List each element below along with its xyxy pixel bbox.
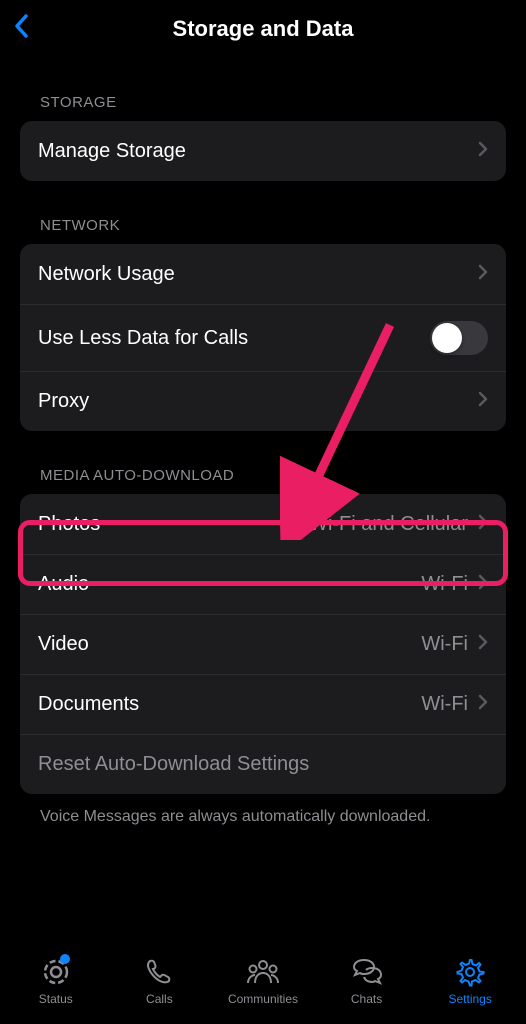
video-row[interactable]: Video Wi-Fi xyxy=(20,614,506,674)
page-title: Storage and Data xyxy=(173,16,354,42)
calls-icon xyxy=(144,956,174,988)
video-value: Wi-Fi xyxy=(421,633,468,656)
tab-calls-label: Calls xyxy=(146,992,173,1006)
chevron-right-icon xyxy=(478,574,488,595)
photos-row[interactable]: Photos Wi-Fi and Cellular xyxy=(20,494,506,554)
network-usage-row[interactable]: Network Usage xyxy=(20,244,506,304)
tab-status-label: Status xyxy=(39,992,73,1006)
proxy-row[interactable]: Proxy xyxy=(20,371,506,431)
proxy-label: Proxy xyxy=(38,390,89,413)
status-icon xyxy=(40,956,72,988)
chats-icon xyxy=(350,956,384,988)
photos-label: Photos xyxy=(38,513,100,536)
status-notification-dot xyxy=(60,954,70,964)
section-header-storage: STORAGE xyxy=(20,58,506,121)
photos-value: Wi-Fi and Cellular xyxy=(309,513,468,536)
tab-communities[interactable]: Communities xyxy=(211,956,315,1006)
tab-calls[interactable]: Calls xyxy=(108,956,212,1006)
back-button[interactable] xyxy=(12,12,30,48)
video-label: Video xyxy=(38,633,89,656)
use-less-data-toggle[interactable] xyxy=(430,321,488,355)
reset-auto-download-row[interactable]: Reset Auto-Download Settings xyxy=(20,734,506,794)
audio-row[interactable]: Audio Wi-Fi xyxy=(20,554,506,614)
tab-chats[interactable]: Chats xyxy=(315,956,419,1006)
use-less-data-label: Use Less Data for Calls xyxy=(38,327,248,350)
audio-label: Audio xyxy=(38,573,89,596)
storage-group: Manage Storage xyxy=(20,121,506,181)
use-less-data-row: Use Less Data for Calls xyxy=(20,304,506,371)
manage-storage-label: Manage Storage xyxy=(38,140,186,163)
chevron-right-icon xyxy=(478,141,488,162)
tab-settings-label: Settings xyxy=(448,992,491,1006)
chevron-right-icon xyxy=(478,694,488,715)
tab-settings[interactable]: Settings xyxy=(418,956,522,1006)
chevron-left-icon xyxy=(12,12,30,40)
chevron-right-icon xyxy=(478,264,488,285)
reset-auto-download-label: Reset Auto-Download Settings xyxy=(38,753,309,776)
switch-knob xyxy=(432,323,462,353)
media-group: Photos Wi-Fi and Cellular Audio Wi-Fi Vi… xyxy=(20,494,506,794)
tab-bar: Status Calls Communities Chats Settings xyxy=(0,944,526,1024)
chevron-right-icon xyxy=(478,514,488,535)
chevron-right-icon xyxy=(478,634,488,655)
chevron-right-icon xyxy=(478,391,488,412)
settings-icon xyxy=(455,956,485,988)
tab-communities-label: Communities xyxy=(228,992,298,1006)
manage-storage-row[interactable]: Manage Storage xyxy=(20,121,506,181)
network-group: Network Usage Use Less Data for Calls Pr… xyxy=(20,244,506,431)
network-usage-label: Network Usage xyxy=(38,263,175,286)
section-header-network: NETWORK xyxy=(20,181,506,244)
audio-value: Wi-Fi xyxy=(421,573,468,596)
documents-label: Documents xyxy=(38,693,139,716)
communities-icon xyxy=(245,956,281,988)
footer-note: Voice Messages are always automatically … xyxy=(20,794,506,840)
tab-chats-label: Chats xyxy=(351,992,382,1006)
tab-status[interactable]: Status xyxy=(4,956,108,1006)
documents-row[interactable]: Documents Wi-Fi xyxy=(20,674,506,734)
section-header-media: MEDIA AUTO-DOWNLOAD xyxy=(20,431,506,494)
documents-value: Wi-Fi xyxy=(421,693,468,716)
